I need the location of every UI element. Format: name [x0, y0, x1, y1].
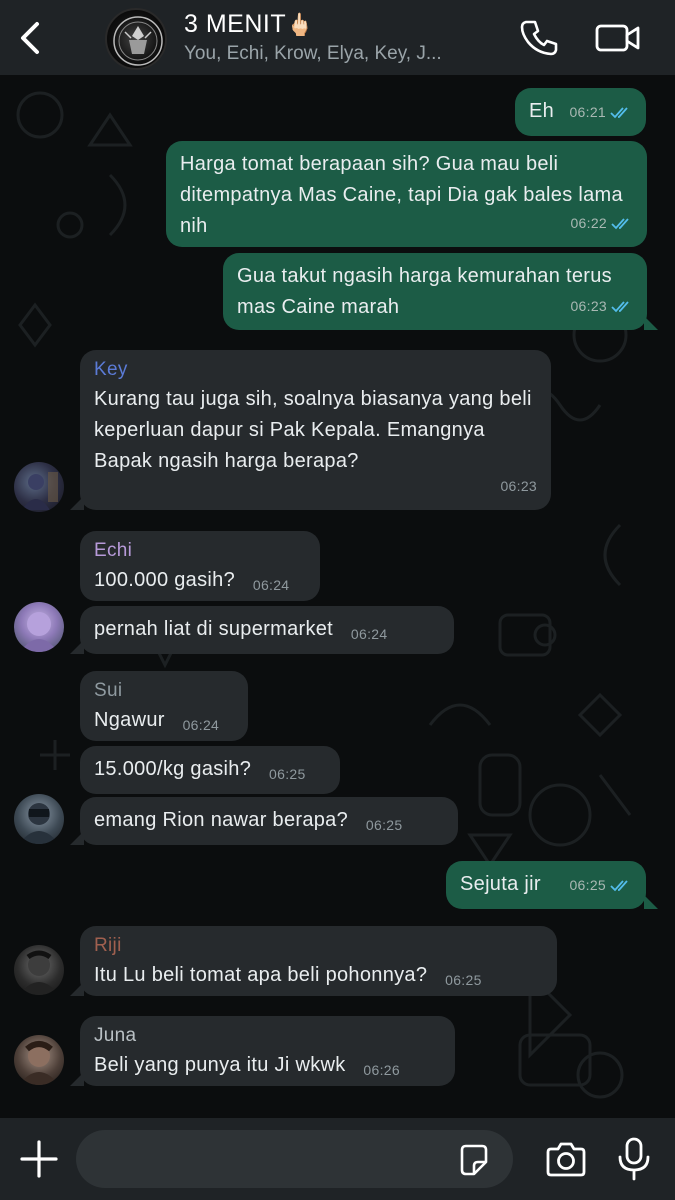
- message-text: Itu Lu beli tomat apa beli pohonnya?: [94, 964, 428, 986]
- message-text: Gua takut ngasih harga kemurahan terus m…: [237, 265, 612, 318]
- bubble-tail: [644, 316, 658, 330]
- message-text: Ngawur: [94, 709, 165, 731]
- message-time: 06:22: [570, 215, 607, 231]
- message-time: 06:24: [182, 717, 220, 733]
- voice-call-button[interactable]: [520, 18, 560, 58]
- back-arrow-icon: [21, 22, 39, 54]
- message-time: 06:21: [569, 104, 606, 120]
- message-meta: 06:25: [269, 759, 306, 790]
- message-meta: 06:24: [183, 710, 220, 741]
- message-time: 06:25: [365, 817, 403, 833]
- avatar-juna[interactable]: [14, 1035, 64, 1085]
- chat-header: 3 MENIT🖕🏻 You, Echi, Krow, Elya, Key, J.…: [0, 0, 675, 75]
- message-bubble-incoming[interactable]: Key Kurang tau juga sih, soalnya biasany…: [80, 350, 551, 510]
- message-bubble-outgoing[interactable]: Gua takut ngasih harga kemurahan terus m…: [223, 253, 647, 330]
- message-text: emang Rion nawar berapa?: [94, 809, 349, 831]
- group-members: You, Echi, Krow, Elya, Key, J...: [184, 43, 442, 64]
- double-check-icon: [610, 106, 628, 118]
- microphone-icon: [618, 1137, 650, 1181]
- bubble-tail: [70, 1072, 84, 1086]
- double-check-icon: [611, 300, 629, 312]
- message-time: 06:24: [350, 626, 388, 642]
- plus-icon: [20, 1140, 58, 1178]
- message-meta: 06:24: [351, 619, 388, 650]
- message-bubble-incoming[interactable]: emang Rion nawar berapa? 06:25: [80, 797, 458, 845]
- video-camera-icon: [595, 24, 640, 52]
- avatar-key[interactable]: [14, 462, 64, 512]
- message-bubble-outgoing[interactable]: Sejuta jir 06:25: [446, 861, 646, 909]
- camera-button[interactable]: [544, 1140, 588, 1180]
- message-meta: 06:25: [366, 810, 403, 841]
- message-meta: 06:25: [445, 965, 482, 996]
- message-bubble-outgoing[interactable]: Harga tomat berapaan sih? Gua mau beli d…: [166, 141, 647, 247]
- sender-name[interactable]: Key: [94, 358, 537, 382]
- message-bubble-incoming[interactable]: Echi 100.000 gasih? 06:24: [80, 531, 320, 601]
- message-time: 06:24: [252, 577, 290, 593]
- group-name: 3 MENIT: [184, 10, 287, 38]
- bubble-tail: [644, 895, 658, 909]
- sender-name[interactable]: Sui: [94, 679, 234, 703]
- chat-title-area[interactable]: 3 MENIT🖕🏻 You, Echi, Krow, Elya, Key, J.…: [184, 8, 504, 67]
- back-button[interactable]: [12, 20, 48, 56]
- bubble-tail: [70, 831, 84, 845]
- phone-icon: [520, 20, 558, 56]
- message-meta: 06:23: [570, 291, 633, 322]
- group-title: 3 MENIT🖕🏻: [184, 8, 504, 41]
- message-meta: 06:24: [253, 570, 290, 601]
- message-time: 06:25: [269, 766, 306, 782]
- sender-name[interactable]: Riji: [94, 934, 543, 958]
- message-time: 06:25: [569, 877, 606, 893]
- message-meta: 06:26: [363, 1055, 400, 1086]
- sender-name[interactable]: Juna: [94, 1024, 441, 1048]
- message-text: 15.000/kg gasih?: [94, 758, 252, 780]
- message-bubble-incoming[interactable]: Riji Itu Lu beli tomat apa beli pohonnya…: [80, 926, 557, 996]
- sticker-button[interactable]: [456, 1142, 492, 1178]
- message-time: 06:23: [500, 478, 537, 494]
- message-text: Sejuta jir: [460, 873, 541, 895]
- message-meta: 06:25: [569, 870, 632, 901]
- message-input[interactable]: [76, 1130, 513, 1188]
- composer-bar: [0, 1118, 675, 1200]
- message-text: Beli yang punya itu Ji wkwk: [94, 1054, 346, 1076]
- message-time: 06:26: [363, 1062, 400, 1078]
- message-bubble-incoming[interactable]: Juna Beli yang punya itu Ji wkwk 06:26: [80, 1016, 455, 1086]
- bubble-tail: [70, 640, 84, 654]
- message-meta: 06:21: [569, 97, 632, 128]
- voice-message-button[interactable]: [614, 1136, 654, 1182]
- message-time: 06:23: [570, 298, 607, 314]
- avatar-echi[interactable]: [14, 602, 64, 652]
- message-meta: 06:22: [570, 208, 633, 239]
- bubble-tail: [70, 496, 84, 510]
- message-bubble-outgoing[interactable]: Eh 06:21: [515, 88, 646, 136]
- message-text: pernah liat di supermarket: [94, 618, 334, 640]
- message-text: Eh: [529, 100, 555, 122]
- double-check-icon: [610, 879, 628, 891]
- message-text: Kurang tau juga sih, soalnya biasanya ya…: [94, 388, 532, 472]
- bubble-tail: [70, 982, 84, 996]
- avatar-sui[interactable]: [14, 794, 64, 844]
- double-check-icon: [611, 217, 629, 229]
- message-time: 06:25: [445, 972, 482, 988]
- avatar-riji[interactable]: [14, 945, 64, 995]
- message-text: Harga tomat berapaan sih? Gua mau beli d…: [180, 153, 623, 237]
- message-bubble-incoming[interactable]: pernah liat di supermarket 06:24: [80, 606, 454, 654]
- group-avatar[interactable]: [105, 8, 167, 70]
- sticker-icon: [460, 1144, 488, 1176]
- sender-name[interactable]: Echi: [94, 539, 306, 563]
- attach-button[interactable]: [18, 1138, 60, 1180]
- message-bubble-incoming[interactable]: 15.000/kg gasih? 06:25: [80, 746, 340, 794]
- message-meta: 06:23: [500, 471, 537, 502]
- title-emoji: 🖕🏻: [286, 12, 315, 37]
- video-call-button[interactable]: [594, 18, 642, 58]
- camera-icon: [546, 1142, 586, 1177]
- message-text: 100.000 gasih?: [94, 569, 235, 591]
- message-bubble-incoming[interactable]: Sui Ngawur 06:24: [80, 671, 248, 741]
